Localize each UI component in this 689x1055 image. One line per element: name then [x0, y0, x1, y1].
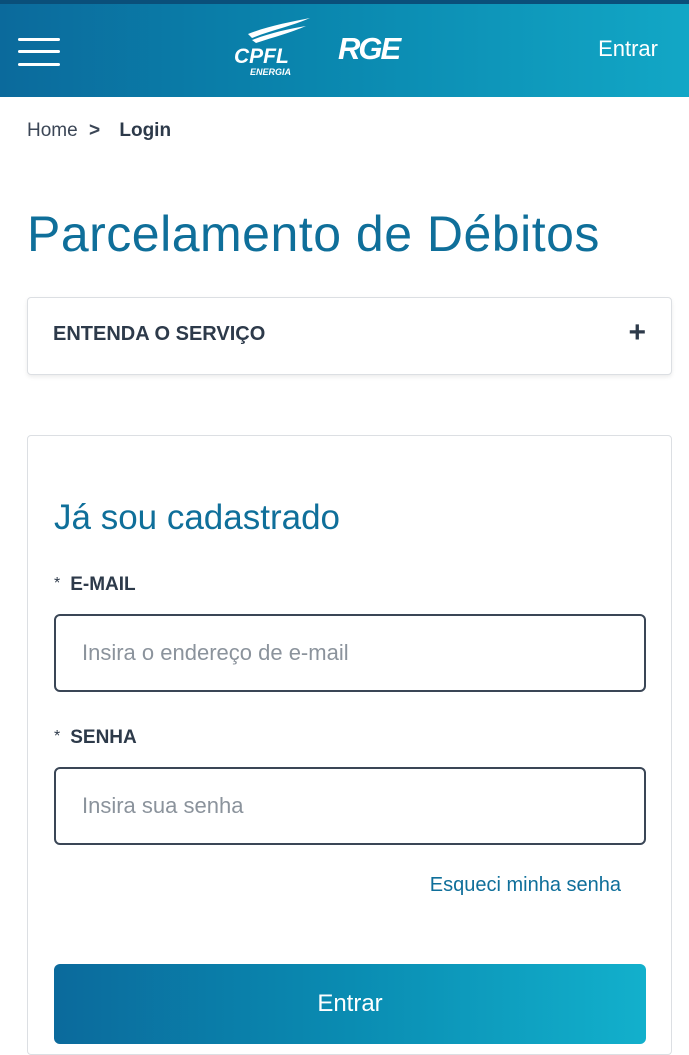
- breadcrumb-current: Login: [119, 120, 172, 141]
- login-card-title: Já sou cadastrado: [54, 498, 341, 537]
- email-label: * E-MAIL: [54, 574, 136, 596]
- breadcrumb-separator: >: [88, 120, 101, 141]
- breadcrumb-home-link[interactable]: Home: [27, 120, 78, 141]
- plus-icon[interactable]: +: [628, 318, 646, 348]
- top-header: CPFL ENERGIA RGE Entrar: [0, 0, 689, 97]
- required-asterisk: *: [54, 728, 61, 745]
- service-info-accordion[interactable]: ENTENDA O SERVIÇO +: [27, 297, 672, 375]
- forgot-password-link[interactable]: Esqueci minha senha: [430, 874, 621, 897]
- password-label: * SENHA: [54, 727, 137, 749]
- rge-logo[interactable]: RGE: [338, 28, 418, 68]
- email-field[interactable]: [54, 614, 646, 692]
- hamburger-menu-icon[interactable]: [18, 34, 62, 70]
- password-label-text: SENHA: [70, 727, 137, 748]
- menu-bar: [18, 63, 60, 66]
- menu-bar: [18, 38, 60, 41]
- cpfl-logo-text: CPFL: [234, 45, 289, 68]
- breadcrumb: Home > Login: [27, 120, 171, 142]
- header-login-link[interactable]: Entrar: [598, 36, 658, 62]
- email-label-text: E-MAIL: [70, 574, 136, 595]
- login-card: Já sou cadastrado * E-MAIL * SENHA Esqueci…: [27, 435, 672, 1055]
- accordion-label: ENTENDA O SERVIÇO: [53, 323, 266, 345]
- rge-logo-text: RGE: [338, 31, 403, 66]
- required-asterisk: *: [54, 575, 61, 592]
- password-field[interactable]: [54, 767, 646, 845]
- energia-logo-text: ENERGIA: [250, 67, 291, 77]
- header-top-line: [0, 0, 689, 4]
- page-title: Parcelamento de Débitos: [27, 206, 600, 262]
- cpfl-energia-logo[interactable]: CPFL ENERGIA: [228, 16, 314, 78]
- menu-bar: [18, 50, 60, 53]
- login-submit-button[interactable]: Entrar: [54, 964, 646, 1044]
